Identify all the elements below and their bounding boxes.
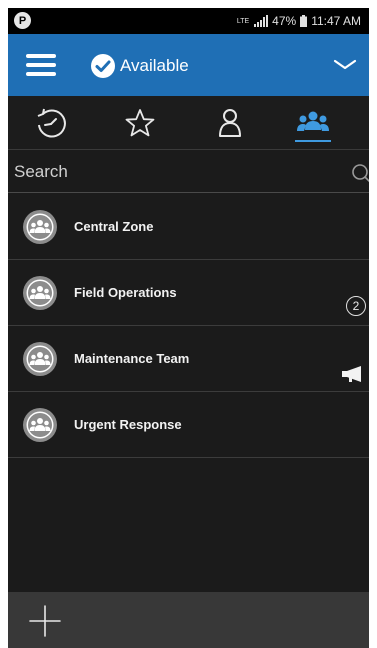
tab-favorites[interactable] bbox=[105, 96, 175, 150]
clock: 11:47 AM bbox=[311, 14, 361, 28]
battery-icon bbox=[300, 15, 308, 27]
search-bar bbox=[8, 151, 369, 193]
add-icon[interactable] bbox=[28, 604, 62, 638]
star-icon bbox=[125, 109, 155, 137]
list-item[interactable]: Central Zone bbox=[8, 194, 369, 260]
group-list: Central Zone Field Operations 2 Maintena… bbox=[8, 194, 369, 458]
group-icon bbox=[297, 111, 329, 131]
group-avatar-icon bbox=[23, 342, 57, 376]
menu-icon[interactable] bbox=[26, 54, 56, 76]
bottom-bar bbox=[8, 592, 369, 648]
group-avatar-icon bbox=[23, 276, 57, 310]
person-icon bbox=[219, 109, 241, 137]
group-name: Urgent Response bbox=[74, 417, 182, 432]
app-screen: P LTE 47% 11:47 AM Available Search Cent… bbox=[8, 8, 369, 648]
list-item[interactable]: Maintenance Team bbox=[8, 326, 369, 392]
battery-percent: 47% bbox=[272, 14, 297, 28]
list-item[interactable]: Field Operations 2 bbox=[8, 260, 369, 326]
history-icon bbox=[37, 108, 66, 138]
group-avatar-icon bbox=[23, 210, 57, 244]
unread-count-badge: 2 bbox=[346, 296, 366, 316]
app-header: Available bbox=[8, 34, 369, 96]
megaphone-icon bbox=[342, 366, 361, 382]
search-input[interactable] bbox=[14, 159, 324, 185]
status-right-group: LTE 47% 11:47 AM bbox=[237, 8, 361, 34]
group-name: Maintenance Team bbox=[74, 351, 190, 366]
list-item[interactable]: Urgent Response bbox=[8, 392, 369, 458]
network-type: LTE bbox=[236, 17, 250, 25]
search-icon[interactable] bbox=[351, 163, 369, 185]
active-tab-indicator bbox=[295, 140, 331, 142]
tab-recent[interactable] bbox=[16, 96, 86, 150]
group-name: Central Zone bbox=[74, 219, 154, 234]
check-circle-icon[interactable] bbox=[90, 53, 116, 79]
chevron-down-icon[interactable] bbox=[333, 56, 357, 72]
group-avatar-icon bbox=[23, 408, 57, 442]
status-bar: P LTE 47% 11:47 AM bbox=[8, 8, 369, 34]
tab-contacts[interactable] bbox=[195, 96, 265, 150]
signal-icon bbox=[254, 15, 269, 27]
tab-groups[interactable] bbox=[278, 96, 348, 150]
group-name: Field Operations bbox=[74, 285, 177, 300]
availability-status[interactable]: Available bbox=[120, 53, 189, 79]
tab-bar bbox=[8, 96, 369, 150]
parking-notification-icon: P bbox=[14, 12, 31, 29]
